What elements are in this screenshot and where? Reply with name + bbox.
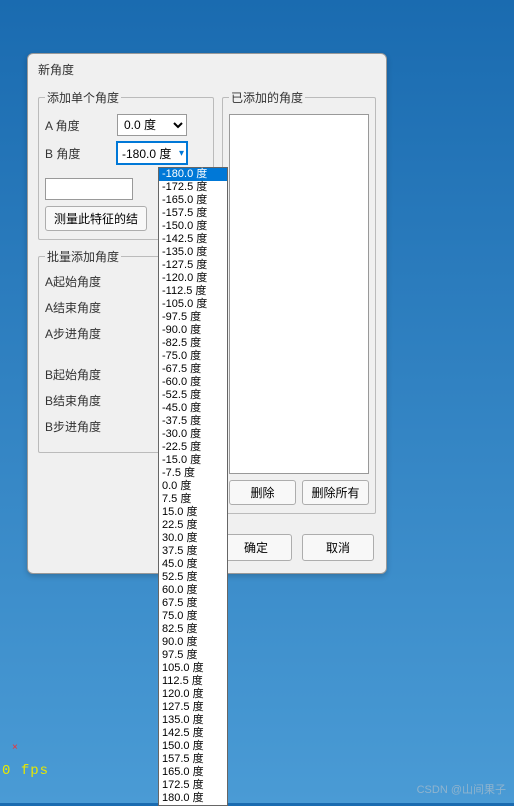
delete-all-button[interactable]: 删除所有 — [302, 480, 369, 505]
fps-readout: 0 fps — [2, 763, 49, 779]
right-column: 已添加的角度 删除 删除所有 — [222, 89, 376, 522]
dropdown-item[interactable]: 180.0 度 — [159, 792, 227, 805]
dropdown-item[interactable]: 60.0 度 — [159, 584, 227, 597]
dropdown-item[interactable]: -30.0 度 — [159, 428, 227, 441]
dropdown-item[interactable]: -82.5 度 — [159, 337, 227, 350]
dropdown-item[interactable]: -15.0 度 — [159, 454, 227, 467]
list-buttons: 删除 删除所有 — [229, 480, 369, 505]
dropdown-item[interactable]: 157.5 度 — [159, 753, 227, 766]
batch-angle-legend: 批量添加角度 — [45, 248, 121, 265]
dropdown-item[interactable]: 30.0 度 — [159, 532, 227, 545]
dropdown-item[interactable]: 105.0 度 — [159, 662, 227, 675]
b-angle-value: -180.0 度 — [122, 145, 171, 162]
dropdown-item[interactable]: 0.0 度 — [159, 480, 227, 493]
b-angle-label: B 角度 — [45, 145, 113, 162]
b-angle-dropdown[interactable]: -180.0 度-172.5 度-165.0 度-157.5 度-150.0 度… — [158, 167, 228, 806]
dialog-title: 新角度 — [28, 54, 386, 85]
dropdown-item[interactable]: -180.0 度 — [159, 168, 227, 181]
fps-unit: fps — [21, 763, 49, 779]
dropdown-item[interactable]: 90.0 度 — [159, 636, 227, 649]
dropdown-item[interactable]: -67.5 度 — [159, 363, 227, 376]
dropdown-item[interactable]: 67.5 度 — [159, 597, 227, 610]
red-x-marker: × — [12, 742, 18, 753]
dropdown-item[interactable]: -52.5 度 — [159, 389, 227, 402]
dropdown-item[interactable]: -142.5 度 — [159, 233, 227, 246]
dropdown-item[interactable]: -45.0 度 — [159, 402, 227, 415]
dropdown-item[interactable]: 135.0 度 — [159, 714, 227, 727]
added-angles-group: 已添加的角度 删除 删除所有 — [222, 89, 376, 514]
dropdown-item[interactable]: -135.0 度 — [159, 246, 227, 259]
b-angle-row: B 角度 -180.0 度 ▾ — [45, 142, 207, 164]
dropdown-item[interactable]: -97.5 度 — [159, 311, 227, 324]
dropdown-item[interactable]: 165.0 度 — [159, 766, 227, 779]
dropdown-item[interactable]: 127.5 度 — [159, 701, 227, 714]
added-angles-legend: 已添加的角度 — [229, 89, 305, 106]
dropdown-item[interactable]: 172.5 度 — [159, 779, 227, 792]
b-angle-select[interactable]: -180.0 度 ▾ — [117, 142, 187, 164]
dropdown-item[interactable]: 82.5 度 — [159, 623, 227, 636]
dropdown-item[interactable]: 22.5 度 — [159, 519, 227, 532]
dropdown-item[interactable]: -60.0 度 — [159, 376, 227, 389]
added-angles-list[interactable] — [229, 114, 369, 474]
dropdown-item[interactable]: 112.5 度 — [159, 675, 227, 688]
measure-button[interactable]: 测量此特征的结 — [45, 206, 147, 231]
watermark: CSDN @山间果子 — [417, 781, 506, 797]
dropdown-item[interactable]: -22.5 度 — [159, 441, 227, 454]
dropdown-item[interactable]: -127.5 度 — [159, 259, 227, 272]
a-angle-row: A 角度 0.0 度 — [45, 114, 207, 136]
dropdown-item[interactable]: -105.0 度 — [159, 298, 227, 311]
dropdown-item[interactable]: -172.5 度 — [159, 181, 227, 194]
dropdown-item[interactable]: 52.5 度 — [159, 571, 227, 584]
dropdown-item[interactable]: 120.0 度 — [159, 688, 227, 701]
dropdown-item[interactable]: 75.0 度 — [159, 610, 227, 623]
dropdown-item[interactable]: 37.5 度 — [159, 545, 227, 558]
dropdown-item[interactable]: 7.5 度 — [159, 493, 227, 506]
ok-button[interactable]: 确定 — [220, 534, 292, 561]
cancel-button[interactable]: 取消 — [302, 534, 374, 561]
dropdown-item[interactable]: 142.5 度 — [159, 727, 227, 740]
dropdown-item[interactable]: -120.0 度 — [159, 272, 227, 285]
dropdown-item[interactable]: 150.0 度 — [159, 740, 227, 753]
dropdown-item[interactable]: -75.0 度 — [159, 350, 227, 363]
dropdown-item[interactable]: -112.5 度 — [159, 285, 227, 298]
fps-value: 0 — [2, 763, 11, 779]
a-angle-select[interactable]: 0.0 度 — [117, 114, 187, 136]
dropdown-item[interactable]: -7.5 度 — [159, 467, 227, 480]
dropdown-item[interactable]: 97.5 度 — [159, 649, 227, 662]
single-angle-legend: 添加单个角度 — [45, 89, 121, 106]
delete-button[interactable]: 删除 — [229, 480, 296, 505]
chevron-down-icon: ▾ — [179, 148, 184, 159]
dropdown-item[interactable]: 45.0 度 — [159, 558, 227, 571]
dropdown-item[interactable]: -90.0 度 — [159, 324, 227, 337]
dropdown-item[interactable]: 15.0 度 — [159, 506, 227, 519]
dropdown-item[interactable]: -165.0 度 — [159, 194, 227, 207]
dropdown-item[interactable]: -157.5 度 — [159, 207, 227, 220]
feature-input[interactable] — [45, 178, 133, 200]
a-angle-label: A 角度 — [45, 117, 113, 134]
dropdown-item[interactable]: -150.0 度 — [159, 220, 227, 233]
dropdown-item[interactable]: -37.5 度 — [159, 415, 227, 428]
